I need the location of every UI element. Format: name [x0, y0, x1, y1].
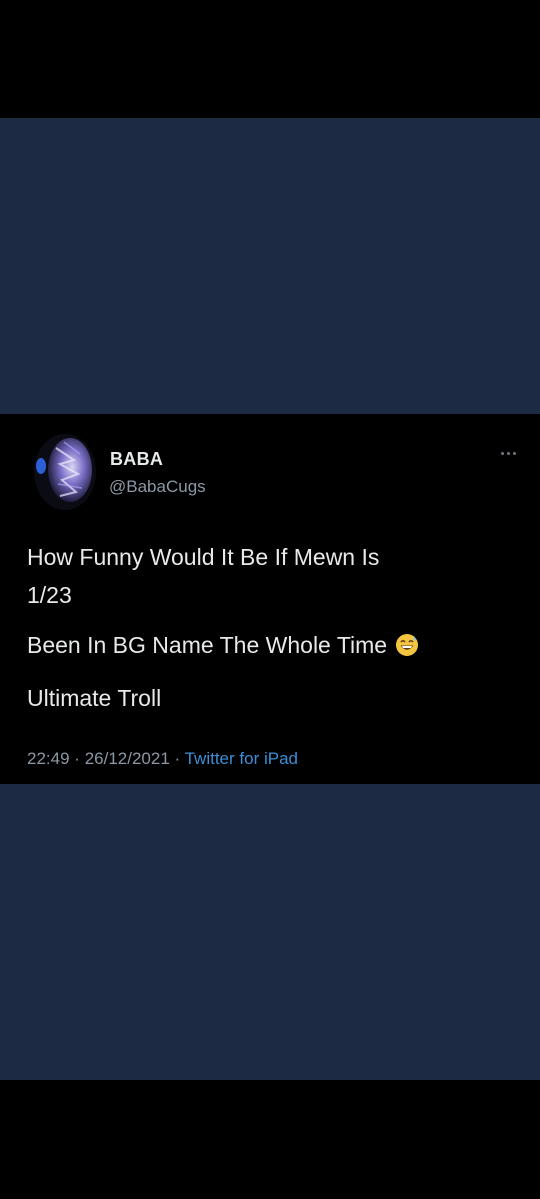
- user-handle[interactable]: @BabaCugs: [109, 477, 206, 497]
- avatar-image: [34, 434, 96, 510]
- bottom-black-band: [0, 1080, 540, 1199]
- dot: [500, 451, 504, 455]
- display-name[interactable]: BABA: [110, 449, 163, 470]
- meta-separator: ·: [74, 749, 80, 768]
- tweet-text-line-1: How Funny Would It Be If Mewn Is: [27, 544, 380, 570]
- tweet-text-line-3: Been In BG Name The Whole Time: [27, 630, 419, 664]
- tweet-text-line-3-text: Been In BG Name The Whole Time: [27, 632, 388, 658]
- dot: [506, 451, 510, 455]
- tweet-source-link[interactable]: Twitter for iPad: [185, 749, 298, 768]
- tweet-text-line-4: Ultimate Troll: [27, 685, 162, 711]
- more-options-icon[interactable]: [496, 446, 520, 460]
- dot: [512, 451, 516, 455]
- top-black-band: [0, 0, 540, 118]
- tweet-time[interactable]: 22:49: [27, 749, 70, 768]
- tweet-meta: 22:49 · 26/12/2021 · Twitter for iPad: [27, 749, 298, 769]
- meta-separator: ·: [174, 749, 181, 768]
- avatar[interactable]: [34, 434, 96, 510]
- bottom-navy-band: [0, 784, 540, 1080]
- tweet-date[interactable]: 26/12/2021: [85, 749, 170, 768]
- grinning-sweat-emoji-icon: [395, 633, 419, 664]
- top-navy-band: [0, 118, 540, 414]
- tweet-text-line-2: 1/23: [27, 582, 72, 608]
